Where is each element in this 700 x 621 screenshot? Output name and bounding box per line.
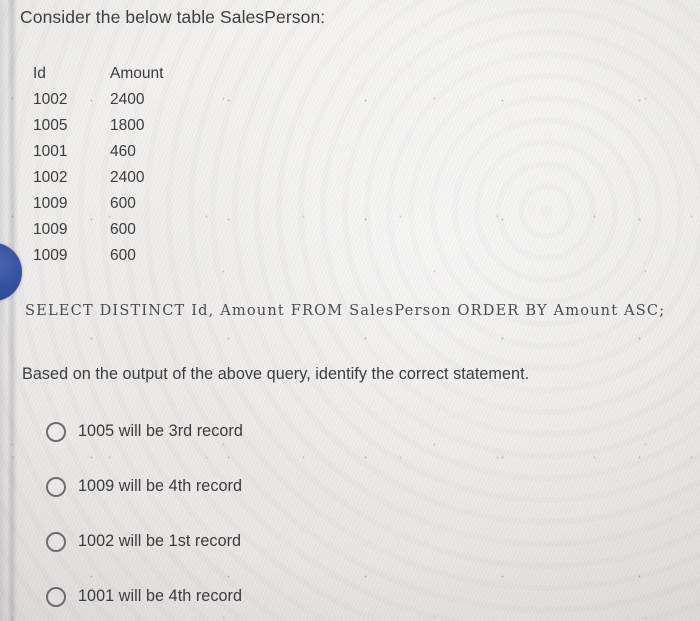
answer-option-4[interactable]: 1001 will be 4th record: [46, 569, 666, 621]
cell-id: 1009: [33, 247, 68, 264]
cell-amount: 2400: [110, 169, 145, 186]
blue-circle-marker: [0, 243, 22, 301]
radio-button-icon[interactable]: [46, 586, 66, 607]
answer-option-1[interactable]: 1005 will be 3rd record: [46, 404, 666, 459]
answer-option-3[interactable]: 1002 will be 1st record: [46, 514, 666, 569]
radio-button-icon[interactable]: [46, 531, 66, 552]
table-header-row: Id Amount: [33, 61, 200, 87]
cell-amount: 600: [110, 195, 136, 212]
cell-id: 1001: [33, 143, 68, 160]
cell-amount: 600: [110, 247, 136, 264]
question-sub-prompt: Based on the output of the above query, …: [22, 365, 530, 383]
table-row: 1002 2400: [33, 87, 200, 113]
salesperson-table: Id Amount 1002 2400 1005 1800 1001 460 1…: [33, 61, 200, 269]
table-body: 1002 2400 1005 1800 1001 460 1002 2400 1…: [33, 87, 200, 269]
table-row: 1009 600: [33, 191, 200, 217]
cell-id: 1005: [33, 117, 68, 134]
table-row: 1005 1800: [33, 113, 200, 139]
page-fold-seam: [0, 0, 26, 621]
cell-id: 1002: [33, 169, 68, 186]
question-page: Consider the below table SalesPerson: Id…: [0, 0, 700, 621]
answer-options-list: 1005 will be 3rd record 1009 will be 4th…: [46, 404, 666, 621]
cell-amount: 2400: [110, 91, 145, 108]
table-row: 1009 600: [33, 217, 200, 243]
radio-button-icon[interactable]: [46, 421, 66, 442]
answer-option-label: 1005 will be 3rd record: [78, 422, 243, 440]
answer-option-label: 1009 will be 4th record: [78, 477, 243, 495]
answer-option-label: 1002 will be 1st record: [78, 532, 242, 550]
column-header-amount: Amount: [110, 65, 164, 82]
cell-id: 1009: [33, 195, 68, 212]
answer-option-label: 1001 will be 4th record: [78, 587, 243, 605]
radio-button-icon[interactable]: [46, 476, 66, 497]
question-prompt: Consider the below table SalesPerson:: [20, 7, 326, 27]
column-header-id: Id: [33, 65, 46, 82]
table-row: 1009 600: [33, 243, 200, 269]
table-row: 1001 460: [33, 139, 200, 165]
answer-option-2[interactable]: 1009 will be 4th record: [46, 459, 666, 514]
cell-amount: 1800: [110, 117, 145, 134]
table-row: 1002 2400: [33, 165, 200, 191]
sql-query-text: SELECT DISTINCT Id, Amount FROM SalesPer…: [25, 302, 666, 319]
cell-amount: 460: [110, 143, 136, 160]
cell-id: 1009: [33, 221, 68, 238]
cell-id: 1002: [33, 91, 68, 108]
cell-amount: 600: [110, 221, 136, 238]
